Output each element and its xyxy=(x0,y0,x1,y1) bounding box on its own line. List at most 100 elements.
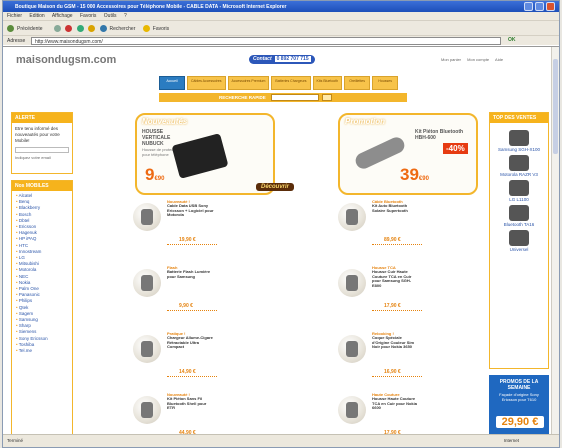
close-button[interactable] xyxy=(546,2,555,11)
menu-favorites[interactable]: Favoris xyxy=(80,13,96,19)
main-nav: Accueil Câbles Accessoires Accessoires Pre… xyxy=(159,76,400,90)
product-price: 89,90 € xyxy=(384,237,401,243)
product-name[interactable]: Coque Spéciale d'Origine Couleur Sim Noi… xyxy=(372,335,420,350)
weekly-promo-box[interactable]: PROMOS DE LA SEMAINE Façade d'origine So… xyxy=(489,375,549,435)
favorites-button[interactable]: Favoris xyxy=(153,26,169,32)
address-bar: Adresse http://www.maisondugsm.com/ OK xyxy=(3,35,559,45)
top-sale-label[interactable]: Bluetooth TA16 xyxy=(490,222,548,227)
product-name[interactable]: Kit Piéton Sans Fil Bluetooth Shell pour… xyxy=(167,396,215,411)
product-image[interactable] xyxy=(338,203,366,231)
product-name[interactable]: Housse Haute Couture TCA en Cuir pour No… xyxy=(372,396,420,411)
product-image[interactable] xyxy=(133,396,161,424)
product-card[interactable]: Flash Batterie Flash Lumière pour Samsung… xyxy=(133,265,273,315)
product-divider xyxy=(167,376,217,377)
product-card[interactable]: Relooking ! Coque Spéciale d'Origine Coul… xyxy=(338,331,478,381)
phone-number: 0 892 707 715 xyxy=(274,56,311,62)
stop-icon[interactable] xyxy=(65,25,73,32)
account-links: Mon panier Mon compte Aide xyxy=(441,57,508,62)
top-sale-label[interactable]: Motorola RAZR V3 xyxy=(490,172,548,177)
top-sale-label[interactable]: LG L1100 xyxy=(490,197,548,202)
top-sale-image[interactable] xyxy=(509,155,529,171)
top-sale-image[interactable] xyxy=(509,130,529,146)
product-divider xyxy=(167,244,217,245)
promo-new-price-cents: €90 xyxy=(154,176,165,182)
product-price: 14,90 € xyxy=(179,369,196,375)
product-image[interactable] xyxy=(133,203,161,231)
product-image[interactable] xyxy=(338,269,366,297)
product-image[interactable] xyxy=(338,335,366,363)
menu-file[interactable]: Fichier xyxy=(7,13,22,19)
minimize-button[interactable] xyxy=(524,2,533,11)
tab-cables[interactable]: Câbles Accessoires xyxy=(187,76,226,90)
promo-sale-price-int: 39 xyxy=(400,165,419,184)
product-divider xyxy=(372,310,422,311)
menu-edit[interactable]: Edition xyxy=(29,13,44,19)
back-icon[interactable] xyxy=(7,25,14,32)
product-image[interactable] xyxy=(133,269,161,297)
headset-image xyxy=(353,134,407,172)
top-sale-image[interactable] xyxy=(509,180,529,196)
cart-link[interactable]: Mon panier xyxy=(441,57,461,62)
maximize-button[interactable] xyxy=(535,2,544,11)
product-card[interactable]: Nouveauté ! Cable Data USB Sony Ericsson … xyxy=(133,199,273,249)
promo-sale-title: Promotion xyxy=(345,117,385,126)
product-name[interactable]: Batterie Flash Lumière pour Samsung xyxy=(167,269,215,279)
scrollbar-thumb[interactable] xyxy=(553,59,558,154)
tab-bluetooth[interactable]: Kits Bluetooth xyxy=(312,76,343,90)
favorites-icon[interactable] xyxy=(142,25,150,32)
vertical-scrollbar[interactable] xyxy=(551,47,559,435)
phone-label: Contact xyxy=(253,56,272,62)
product-price: 17,90 € xyxy=(384,303,401,309)
home-icon[interactable] xyxy=(88,25,96,32)
product-image[interactable] xyxy=(338,396,366,424)
tab-oreillettes[interactable]: Oreillettes xyxy=(344,76,371,90)
web-page: maisondugsm.com Contact 0 892 707 715 Mon… xyxy=(3,46,559,438)
top-sale-label[interactable]: Universel xyxy=(490,247,548,252)
top-sale-label[interactable]: Samsung SGH-X100 xyxy=(490,147,548,152)
top-sale-image[interactable] xyxy=(509,205,529,221)
phone-badge[interactable]: Contact 0 892 707 715 xyxy=(249,55,315,64)
top-sale-image[interactable] xyxy=(509,230,529,246)
security-zone: Internet xyxy=(503,438,519,443)
window-title: Boutique Maison du GSM - 15 000 Accessoi… xyxy=(15,4,287,10)
promo-new[interactable]: Nouveautés HOUSSE VERTICALE NUBUCK Houss… xyxy=(135,113,275,195)
weekly-promo-title: PROMOS DE LA SEMAINE xyxy=(499,379,539,391)
forward-icon[interactable] xyxy=(53,25,61,32)
brands-box: Nos MOBILES AlcatelBenqBlackberryBoschDb… xyxy=(11,180,73,435)
weekly-promo-price: 29,90 € xyxy=(496,416,544,428)
tab-housses[interactable]: Housses xyxy=(372,76,399,90)
go-button[interactable]: OK xyxy=(508,37,516,43)
product-name[interactable]: Chargeur Allume-Cigare Rétractable Ultra… xyxy=(167,335,215,350)
brand-link[interactable]: Tel.me xyxy=(16,348,68,354)
product-card[interactable]: Housse TCA Housse Cuir Haute Couture TCA … xyxy=(338,265,478,315)
product-name[interactable]: Housse Cuir Haute Couture TCA en Cuir po… xyxy=(372,269,420,288)
tab-batteries[interactable]: Batteries Chargeurs xyxy=(271,76,311,90)
product-image[interactable] xyxy=(133,335,161,363)
search-button[interactable]: Rechercher xyxy=(110,26,136,32)
site-logo[interactable]: maisondugsm.com xyxy=(11,54,116,66)
menu-bar: Fichier Edition Affichage Favoris Outils… xyxy=(3,12,559,20)
quick-search-button[interactable] xyxy=(322,94,332,101)
product-card[interactable]: Câble Bluetooth Kit Auto Bluetooth Solair… xyxy=(338,199,478,249)
account-link[interactable]: Mon compte xyxy=(467,57,489,62)
help-link[interactable]: Aide xyxy=(495,57,503,62)
address-input[interactable]: http://www.maisondugsm.com/ xyxy=(31,37,501,45)
refresh-icon[interactable] xyxy=(76,25,84,32)
promo-new-price: 9€90 xyxy=(145,165,164,185)
menu-tools[interactable]: Outils xyxy=(104,13,117,19)
tab-accueil[interactable]: Accueil xyxy=(159,76,185,90)
title-bar: Boutique Maison du GSM - 15 000 Accessoi… xyxy=(3,1,559,12)
promo-sale[interactable]: Promotion Kit Piéton Bluetooth HBH-600 -… xyxy=(338,113,478,195)
product-card[interactable]: Pratique ! Chargeur Allume-Cigare Rétract… xyxy=(133,331,273,381)
menu-view[interactable]: Affichage xyxy=(52,13,73,19)
product-name[interactable]: Kit Auto Bluetooth Solaire Supertooth xyxy=(372,203,420,213)
quick-search-input[interactable] xyxy=(271,94,319,101)
back-button[interactable]: Précédente xyxy=(17,26,43,32)
promo-sale-price-cents: €90 xyxy=(418,176,429,182)
product-price: 9,90 € xyxy=(179,303,193,309)
product-name[interactable]: Cable Data USB Sony Ericsson + Logiciel … xyxy=(167,203,215,218)
search-icon[interactable] xyxy=(99,25,107,32)
menu-help[interactable]: ? xyxy=(124,13,127,19)
alert-note: Indiquez votre email xyxy=(15,155,51,160)
tab-premium[interactable]: Accessoires Premium xyxy=(227,76,270,90)
